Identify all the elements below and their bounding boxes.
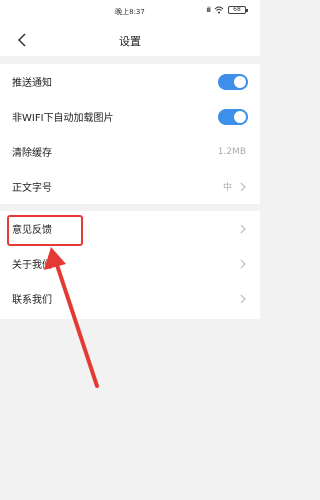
signal-icon: ılıl [206, 6, 211, 14]
wifi-icon [214, 6, 224, 14]
setting-label: 推送通知 [12, 78, 52, 89]
setting-row-font-size[interactable]: 正文字号 中 [0, 169, 260, 204]
chevron-right-icon [240, 259, 246, 268]
setting-row-contact-us[interactable]: 联系我们 [0, 281, 260, 316]
setting-row-auto-load-images: 非WIFI下自动加载图片 [0, 99, 260, 134]
nav-bar: 设置 [0, 24, 260, 56]
setting-row-push-notifications: 推送通知 [0, 64, 260, 99]
status-bar: 晚上8:37 ılıl 68 [0, 0, 260, 24]
setting-label: 正文字号 [12, 183, 52, 194]
chevron-right-icon [240, 224, 246, 233]
setting-label: 意见反馈 [12, 225, 52, 236]
setting-row-clear-cache[interactable]: 清除缓存 1.2MB [0, 134, 260, 169]
setting-label: 非WIFI下自动加载图片 [12, 113, 114, 124]
settings-group-about: 意见反馈 关于我们 联系我们 [0, 211, 260, 319]
battery-level: 68 [233, 6, 241, 13]
setting-label: 联系我们 [12, 295, 52, 306]
push-notifications-toggle[interactable] [218, 73, 248, 90]
font-size-value: 中 [222, 183, 232, 193]
toggle-knob [234, 75, 246, 88]
chevron-right-icon [240, 182, 246, 191]
settings-group-general: 推送通知 非WIFI下自动加载图片 清除缓存 1.2MB 正文字号 中 [0, 64, 260, 204]
toggle-knob [234, 110, 246, 123]
chevron-right-icon [240, 294, 246, 303]
setting-label: 关于我们 [12, 260, 52, 271]
auto-load-images-toggle[interactable] [218, 108, 248, 125]
cache-size-value: 1.2MB [217, 146, 246, 157]
page-title: 设置 [119, 35, 141, 48]
status-icons: ılıl 68 [206, 6, 248, 14]
setting-row-feedback[interactable]: 意见反馈 [0, 211, 260, 246]
setting-label: 清除缓存 [12, 148, 52, 159]
battery-icon: 68 [228, 6, 248, 14]
setting-row-about-us[interactable]: 关于我们 [0, 246, 260, 281]
